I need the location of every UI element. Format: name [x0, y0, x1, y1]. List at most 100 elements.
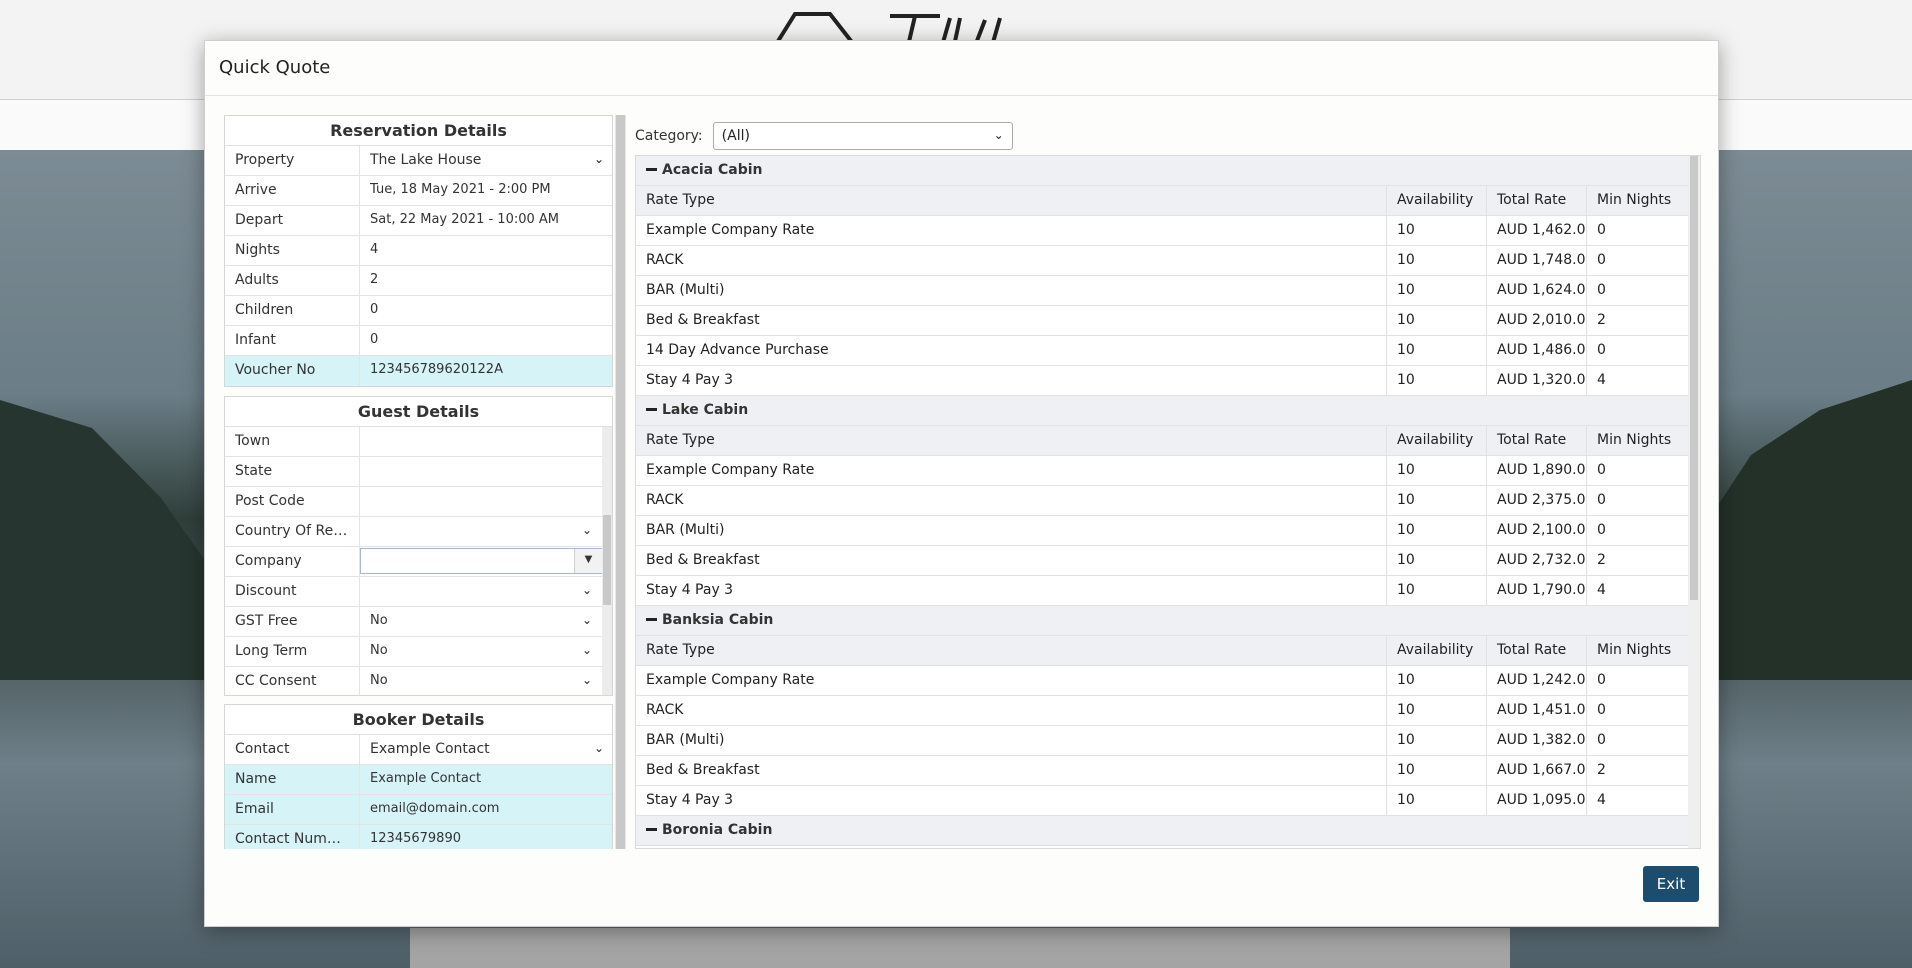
column-header[interactable]: Availability — [1387, 186, 1487, 215]
row-long-term[interactable]: Long Term No ⌄ — [225, 637, 612, 667]
postcode-field[interactable] — [360, 487, 612, 516]
column-header[interactable]: Min Nights — [1587, 426, 1688, 455]
voucher-field[interactable]: 123456789620122A — [360, 356, 612, 386]
table-cell: AUD 1,624.00 — [1487, 276, 1587, 305]
column-header[interactable]: Rate Type — [636, 186, 1387, 215]
group-header[interactable]: Acacia Cabin — [636, 156, 1688, 186]
rates-grid-scrollbar[interactable] — [1688, 156, 1700, 848]
table-row[interactable]: Stay 4 Pay 3 10 AUD 1,320.00 4 — [636, 366, 1688, 396]
table-row[interactable]: RACK 10 AUD 2,375.00 0 — [636, 486, 1688, 516]
collapse-icon[interactable] — [646, 827, 657, 831]
row-contact-number[interactable]: Contact Number 12345679890 — [225, 825, 612, 849]
state-field[interactable] — [360, 457, 612, 486]
contact-select[interactable]: Example Contact ⌄ — [360, 735, 612, 764]
table-cell: 0 — [1597, 222, 1606, 238]
guest-details-title: Guest Details — [225, 397, 612, 427]
table-row[interactable]: Bed & Breakfast 10 AUD 2,732.00 2 — [636, 546, 1688, 576]
long-term-select[interactable]: No ⌄ — [360, 637, 612, 666]
column-header[interactable]: Availability — [1387, 426, 1487, 455]
country-select[interactable]: ⌄ — [360, 517, 612, 546]
discount-select[interactable]: ⌄ — [360, 577, 612, 606]
rates-scrollbar-thumb[interactable] — [1690, 156, 1698, 600]
row-arrive[interactable]: Arrive Tue, 18 May 2021 - 2:00 PM — [225, 176, 612, 206]
table-cell: 0 — [1597, 462, 1606, 478]
cc-consent-select[interactable]: No ⌄ — [360, 667, 612, 695]
row-state[interactable]: State — [225, 457, 612, 487]
row-children[interactable]: Children 0 — [225, 296, 612, 326]
table-row[interactable]: Bed & Breakfast 10 AUD 1,667.00 2 — [636, 756, 1688, 786]
chevron-down-icon: ⌄ — [581, 673, 592, 687]
row-company[interactable]: Company ▼ — [225, 547, 612, 577]
nights-field[interactable]: 4 — [360, 236, 612, 265]
collapse-icon[interactable] — [646, 167, 657, 171]
row-discount[interactable]: Discount ⌄ — [225, 577, 612, 607]
table-cell: BAR (Multi) — [636, 516, 1387, 545]
category-select[interactable]: (All) ⌄ — [712, 122, 1013, 150]
column-header[interactable]: Total Rate — [1487, 636, 1587, 665]
row-town[interactable]: Town — [225, 427, 612, 457]
guest-scrollbar-thumb[interactable] — [603, 515, 611, 605]
guest-scrollbar[interactable] — [602, 427, 612, 695]
email-field[interactable]: email@domain.com — [360, 795, 612, 824]
row-country[interactable]: Country Of Resi... ⌄ — [225, 517, 612, 547]
table-cell: 0 — [1597, 702, 1606, 718]
contact-number-field[interactable]: 12345679890 — [360, 825, 612, 849]
dropdown-arrow-icon[interactable]: ▼ — [574, 549, 602, 573]
column-header[interactable]: Min Nights — [1587, 186, 1688, 215]
table-row[interactable]: Example Company Rate 10 AUD 1,462.00 0 — [636, 216, 1688, 246]
column-header[interactable]: Min Nights — [1587, 636, 1688, 665]
group-header[interactable]: Banksia Cabin — [636, 606, 1688, 636]
table-row[interactable]: Example Company Rate 10 AUD 1,890.00 0 — [636, 456, 1688, 486]
table-row[interactable]: Example Company Rate 10 AUD 1,242.00 0 — [636, 666, 1688, 696]
left-panel-scrollbar[interactable] — [615, 115, 626, 849]
table-row[interactable]: RACK 10 AUD 1,451.00 0 — [636, 696, 1688, 726]
table-cell: 10 — [1387, 516, 1487, 545]
town-field[interactable] — [360, 427, 612, 456]
table-cell: 0 — [1597, 492, 1606, 508]
table-row[interactable]: Stay 4 Pay 3 10 AUD 1,790.00 4 — [636, 576, 1688, 606]
table-row[interactable]: Stay 4 Pay 3 10 AUD 1,095.00 4 — [636, 786, 1688, 816]
row-postcode[interactable]: Post Code — [225, 487, 612, 517]
row-voucher[interactable]: Voucher No 123456789620122A — [225, 356, 612, 386]
company-combobox[interactable]: ▼ — [360, 548, 603, 574]
column-header[interactable]: Total Rate — [1487, 186, 1587, 215]
row-infant[interactable]: Infant 0 — [225, 326, 612, 356]
collapse-icon[interactable] — [646, 407, 657, 411]
column-header[interactable]: Total Rate — [1487, 426, 1587, 455]
row-name[interactable]: Name Example Contact — [225, 765, 612, 795]
row-contact[interactable]: Contact Example Contact ⌄ — [225, 735, 612, 765]
left-scrollbar-thumb[interactable] — [616, 115, 625, 849]
collapse-icon[interactable] — [646, 617, 657, 621]
row-gst-free[interactable]: GST Free No ⌄ — [225, 607, 612, 637]
row-depart[interactable]: Depart Sat, 22 May 2021 - 10:00 AM — [225, 206, 612, 236]
gst-free-select[interactable]: No ⌄ — [360, 607, 612, 636]
group-header[interactable]: Boronia Cabin — [636, 816, 1688, 846]
table-row[interactable]: 14 Day Advance Purchase 10 AUD 1,486.00 0 — [636, 336, 1688, 366]
table-row[interactable]: BAR (Multi) 10 AUD 1,624.00 0 — [636, 276, 1688, 306]
table-row[interactable]: BAR (Multi) 10 AUD 2,100.00 0 — [636, 516, 1688, 546]
name-field[interactable]: Example Contact — [360, 765, 612, 794]
table-row[interactable]: RACK 10 AUD 1,748.00 0 — [636, 246, 1688, 276]
table-row[interactable]: BAR (Multi) 10 AUD 1,382.00 0 — [636, 726, 1688, 756]
group-header[interactable]: Lake Cabin — [636, 396, 1688, 426]
adults-field[interactable]: 2 — [360, 266, 612, 295]
exit-button[interactable]: Exit — [1643, 866, 1699, 902]
property-select[interactable]: The Lake House ⌄ — [360, 146, 612, 175]
company-field[interactable]: ▼ — [360, 547, 612, 576]
row-nights[interactable]: Nights 4 — [225, 236, 612, 266]
row-property[interactable]: Property The Lake House ⌄ — [225, 146, 612, 176]
table-row[interactable]: Bed & Breakfast 10 AUD 2,010.00 2 — [636, 306, 1688, 336]
row-adults[interactable]: Adults 2 — [225, 266, 612, 296]
column-header[interactable]: Rate Type — [636, 426, 1387, 455]
infant-field[interactable]: 0 — [360, 326, 612, 355]
children-field[interactable]: 0 — [360, 296, 612, 325]
postcode-label: Post Code — [225, 487, 360, 516]
row-email[interactable]: Email email@domain.com — [225, 795, 612, 825]
depart-field[interactable]: Sat, 22 May 2021 - 10:00 AM — [360, 206, 612, 235]
row-cc-consent[interactable]: CC Consent No ⌄ — [225, 667, 612, 695]
modal-header: Quick Quote — [205, 41, 1718, 96]
arrive-field[interactable]: Tue, 18 May 2021 - 2:00 PM — [360, 176, 612, 205]
column-header[interactable]: Availability — [1387, 636, 1487, 665]
table-cell: AUD 2,010.00 — [1487, 306, 1587, 335]
column-header[interactable]: Rate Type — [636, 636, 1387, 665]
